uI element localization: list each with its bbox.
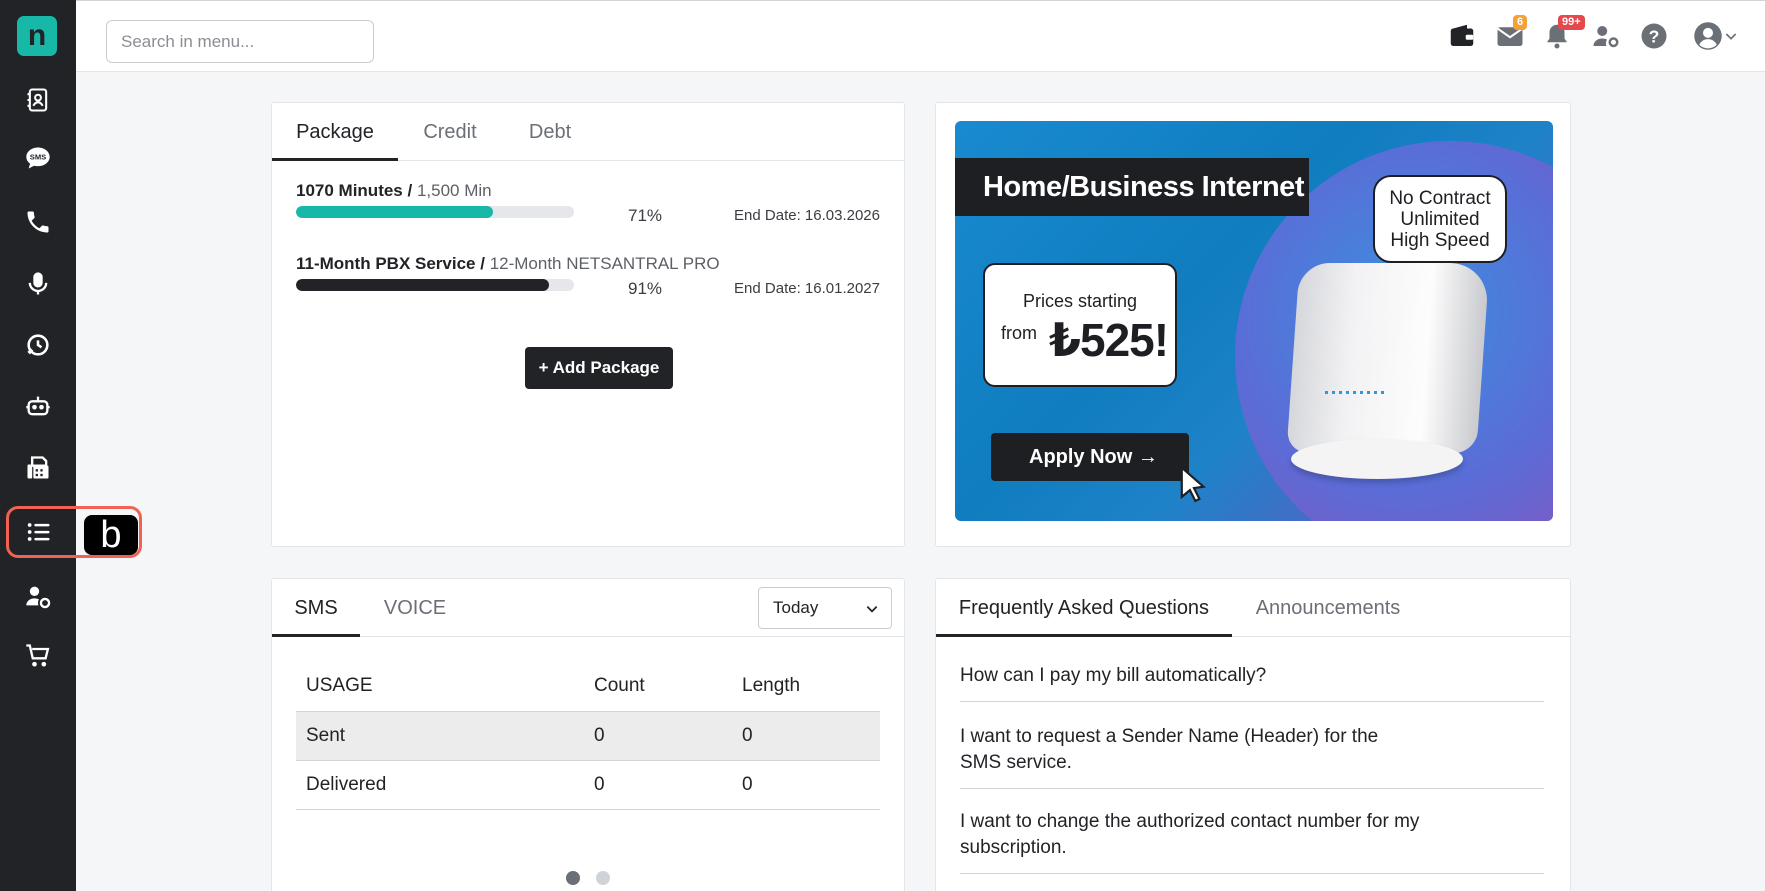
package-end-date: End Date: 16.03.2026 xyxy=(734,207,880,224)
row-count: 0 xyxy=(584,760,732,810)
svg-text:?: ? xyxy=(1649,26,1660,46)
row-label: Delivered xyxy=(296,760,584,810)
internet-promo-banner[interactable]: Home/Business Internet Prices starting f… xyxy=(955,121,1553,521)
faq-item[interactable]: I want to change the authorized contact … xyxy=(960,809,1544,874)
bell-icon[interactable]: 99+ xyxy=(1540,15,1585,53)
carousel-dots xyxy=(566,871,626,890)
tab-package[interactable]: Package xyxy=(272,103,398,161)
call-center-icon[interactable] xyxy=(0,317,76,373)
chevron-down-icon xyxy=(866,606,878,613)
robot-icon[interactable] xyxy=(0,378,76,434)
list-icon[interactable]: b xyxy=(6,506,142,558)
sms-icon[interactable]: SMS xyxy=(0,130,76,186)
fax-icon[interactable] xyxy=(0,440,76,496)
phone-icon[interactable] xyxy=(0,194,76,250)
carousel-dot[interactable] xyxy=(596,871,610,885)
tab-credit[interactable]: Credit xyxy=(398,103,502,161)
help-icon[interactable]: ? xyxy=(1637,19,1671,53)
package-total: 1,500 Min xyxy=(416,181,492,200)
cursor-icon xyxy=(1180,465,1206,503)
modem-stand xyxy=(1291,439,1463,479)
avatar-icon xyxy=(1694,22,1722,50)
highlight-label-badge: b xyxy=(84,515,138,555)
sidebar: n SMS b xyxy=(0,0,142,891)
row-count: 0 xyxy=(584,711,732,761)
package-total: 12-Month NETSANTRAL PRO xyxy=(489,254,720,273)
faq-tabs: Frequently Asked Questions Announcements xyxy=(936,579,1570,637)
speech-bubble: No Contract Unlimited High Speed xyxy=(1373,175,1507,263)
app-logo[interactable]: n xyxy=(17,16,57,56)
packages-card: Package Credit Debt 1070 Minutes / 1,500… xyxy=(271,102,905,547)
period-select[interactable]: Today xyxy=(758,587,892,629)
cart-icon[interactable] xyxy=(0,628,76,684)
package-percent: 91% xyxy=(628,279,663,298)
package-progress-bar xyxy=(296,279,574,291)
search-input[interactable] xyxy=(106,20,374,63)
period-value: Today xyxy=(773,598,819,617)
user-menu[interactable] xyxy=(1688,19,1744,53)
microphone-icon[interactable] xyxy=(0,256,76,312)
table-header-row: USAGE Count Length xyxy=(296,661,880,712)
tab-faq[interactable]: Frequently Asked Questions xyxy=(936,579,1232,637)
package-item: 1070 Minutes / 1,500 Min 71% End Date: 1… xyxy=(296,181,880,225)
row-length: 0 xyxy=(732,711,880,761)
row-label: Sent xyxy=(296,711,584,761)
package-used: 1070 Minutes / xyxy=(296,181,413,200)
column-header: USAGE xyxy=(296,661,584,712)
price-from: from xyxy=(1001,323,1037,343)
chevron-down-icon xyxy=(1725,33,1737,40)
svg-text:SMS: SMS xyxy=(30,153,46,162)
faq-card: Frequently Asked Questions Announcements… xyxy=(935,578,1571,891)
table-row: Sent 0 0 xyxy=(296,711,880,761)
price-value: ₺525! xyxy=(1049,314,1169,366)
modem-image xyxy=(1286,263,1490,453)
price-line: Prices starting xyxy=(1022,291,1138,311)
packages-tabs: Package Credit Debt xyxy=(272,103,904,161)
mail-count-badge: 6 xyxy=(1513,15,1528,30)
column-header: Length xyxy=(732,661,880,712)
notification-count-badge: 99+ xyxy=(1558,15,1585,30)
carousel-dot-active[interactable] xyxy=(566,871,580,885)
faq-item[interactable]: I want to request a Sender Name (Header)… xyxy=(960,724,1544,789)
banner-title: Home/Business Internet xyxy=(955,158,1309,216)
row-length: 0 xyxy=(732,760,880,810)
apply-now-button[interactable]: Apply Now → xyxy=(991,433,1189,481)
package-percent: 71% xyxy=(628,206,663,225)
usage-tabs: SMS VOICE Today xyxy=(272,579,904,637)
package-item: 11-Month PBX Service / 12-Month NETSANTR… xyxy=(296,254,880,298)
wallet-icon[interactable] xyxy=(1445,19,1479,53)
column-header: Count xyxy=(584,661,732,712)
tab-debt[interactable]: Debt xyxy=(502,103,598,161)
add-package-button[interactable]: + Add Package xyxy=(525,347,673,389)
promo-card: Home/Business Internet Prices starting f… xyxy=(935,102,1571,547)
package-progress-bar xyxy=(296,206,574,218)
usage-card: SMS VOICE Today USAGE Count Length Sent … xyxy=(271,578,905,891)
usage-table: USAGE Count Length Sent 0 0 Delivered 0 … xyxy=(296,661,880,810)
user-settings-icon[interactable] xyxy=(0,568,76,624)
faq-item[interactable]: How can I pay my bill automatically? xyxy=(960,663,1544,702)
mail-icon[interactable]: 6 xyxy=(1493,15,1528,53)
contacts-icon[interactable] xyxy=(0,72,76,128)
price-box: Prices starting from ₺525! xyxy=(983,263,1177,387)
tab-voice[interactable]: VOICE xyxy=(360,579,470,637)
table-row: Delivered 0 0 xyxy=(296,760,880,810)
tab-announcements[interactable]: Announcements xyxy=(1232,579,1424,637)
package-end-date: End Date: 16.01.2027 xyxy=(734,280,880,297)
package-used: 11-Month PBX Service / xyxy=(296,254,485,273)
user-settings-icon[interactable] xyxy=(1589,19,1623,53)
top-header: 6 99+ ? xyxy=(76,0,1765,72)
tab-sms[interactable]: SMS xyxy=(272,579,360,637)
